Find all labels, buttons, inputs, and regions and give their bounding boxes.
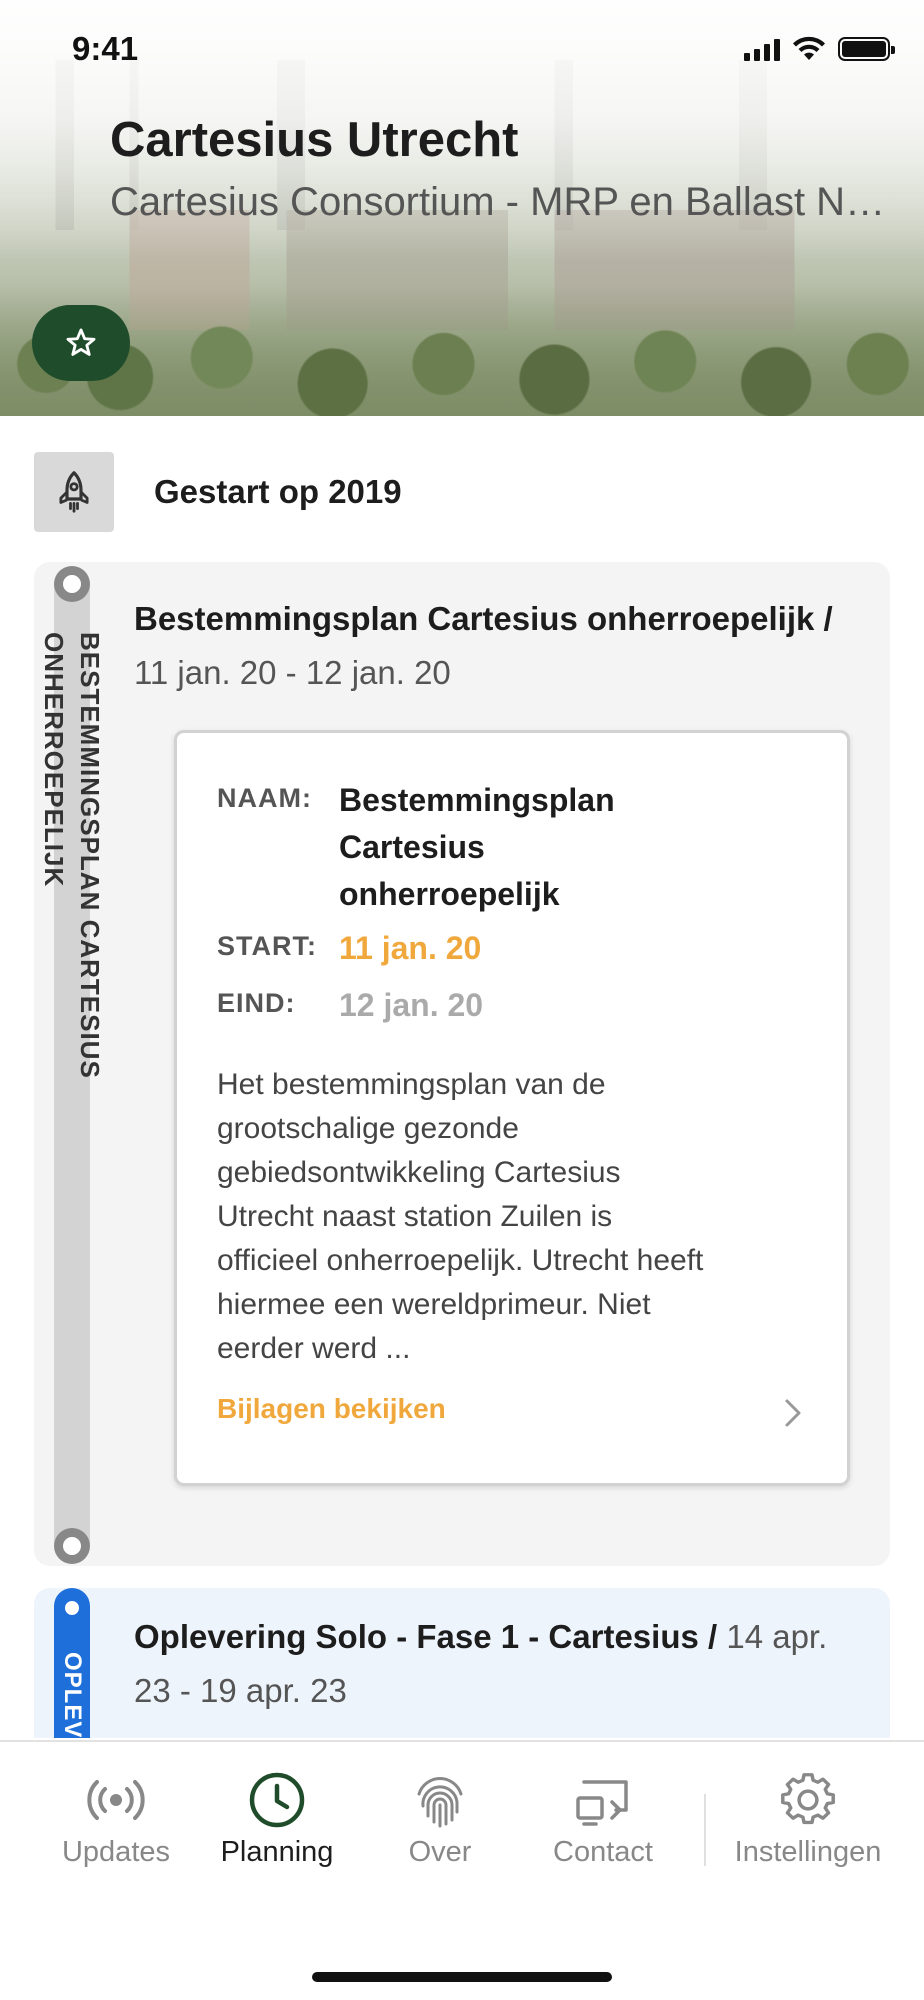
detail-name-key: NAAM: <box>217 783 312 813</box>
favorite-button[interactable] <box>32 305 130 381</box>
detail-name-value: Bestemmingsplan Cartesius onherroepelijk <box>339 782 615 912</box>
phase-detail-card[interactable]: NAAM: Bestemmingsplan Cartesius onherroe… <box>174 730 850 1486</box>
rocket-badge <box>34 452 114 532</box>
detail-end-key: EIND: <box>217 988 296 1018</box>
phase-card-2[interactable]: OPLEV Oplevering Solo - Fase 1 - Cartesi… <box>34 1588 890 1738</box>
rocket-icon <box>59 471 89 513</box>
detail-name-row: NAAM: Bestemmingsplan Cartesius onherroe… <box>217 777 659 918</box>
tab-over[interactable]: Over <box>400 1772 480 1869</box>
project-title: Cartesius Utrecht <box>110 113 519 167</box>
clock-icon <box>249 1772 305 1828</box>
tab-planning[interactable]: Planning <box>218 1772 336 1869</box>
phase-2-title: Oplevering Solo - Fase 1 - Cartesius / 1… <box>134 1610 854 1718</box>
phase-title[interactable]: Bestemmingsplan Cartesius onherroepelijk… <box>134 592 874 700</box>
tab-instellingen[interactable]: Instellingen <box>730 1772 886 1869</box>
status-time: 9:41 <box>72 30 139 67</box>
home-indicator[interactable] <box>312 1972 612 1982</box>
phase-2-rail: OPLEV <box>54 1588 90 1738</box>
phase-2-start-dot <box>60 1596 84 1620</box>
tab-updates[interactable]: Updates <box>60 1772 172 1869</box>
gear-icon <box>781 1773 835 1825</box>
started-row: Gestart op 2019 <box>34 452 402 532</box>
phase-rail-label: BESTEMMINGSPLAN CARTESIUS ONHERROEPELIJK <box>39 632 105 1079</box>
tab-planning-label: Planning <box>220 1836 334 1868</box>
tab-divider <box>704 1794 706 1866</box>
tab-bar: Updates Planning Over Contact Instelling… <box>0 1740 924 2000</box>
phase-2-title-text: Oplevering Solo - Fase 1 - Cartesius / <box>134 1618 718 1655</box>
phase-dates: 11 jan. 20 - 12 jan. 20 <box>134 654 451 691</box>
tab-instellingen-label: Instellingen <box>734 1836 882 1868</box>
project-subtitle: Cartesius Consortium - MRP en Ballast Ne… <box>110 180 890 224</box>
detail-start-key: START: <box>217 931 317 961</box>
chevron-right-icon[interactable] <box>781 1395 805 1431</box>
cellular-signal-icon <box>744 37 780 61</box>
star-icon <box>66 328 96 356</box>
detail-end-row: EIND: 12 jan. 20 <box>217 982 659 1029</box>
attachments-link[interactable]: Bijlagen bekijken <box>217 1393 446 1425</box>
tab-over-label: Over <box>408 1836 472 1868</box>
phase-title-text: Bestemmingsplan Cartesius onherroepelijk… <box>134 600 833 637</box>
phase-start-dot <box>54 566 90 602</box>
battery-icon <box>838 37 895 61</box>
fingerprint-icon <box>417 1777 463 1828</box>
tab-contact[interactable]: Contact <box>548 1772 658 1869</box>
status-icons <box>744 36 895 62</box>
phase-card: BESTEMMINGSPLAN CARTESIUS ONHERROEPELIJK… <box>34 562 890 1566</box>
phase-rail: BESTEMMINGSPLAN CARTESIUS ONHERROEPELIJK <box>39 562 105 1566</box>
detail-end-value: 12 jan. 20 <box>339 987 484 1023</box>
broadcast-icon <box>87 1780 145 1820</box>
phase-2-rail-label: OPLEV <box>59 1652 86 1738</box>
tab-updates-label: Updates <box>61 1836 170 1868</box>
hero-trees <box>0 286 924 416</box>
detail-description: Het bestemmingsplan van de grootschalige… <box>217 1068 704 1365</box>
status-bar: 9:41 <box>0 0 924 100</box>
wifi-icon <box>793 36 825 60</box>
phase-end-dot <box>54 1528 90 1564</box>
detail-start-value: 11 jan. 20 <box>339 930 482 966</box>
detail-start-row: START: 11 jan. 20 <box>217 925 659 972</box>
contact-screen-icon <box>576 1780 628 1826</box>
started-label: Gestart op 2019 <box>154 473 402 510</box>
tab-contact-label: Contact <box>553 1836 653 1868</box>
